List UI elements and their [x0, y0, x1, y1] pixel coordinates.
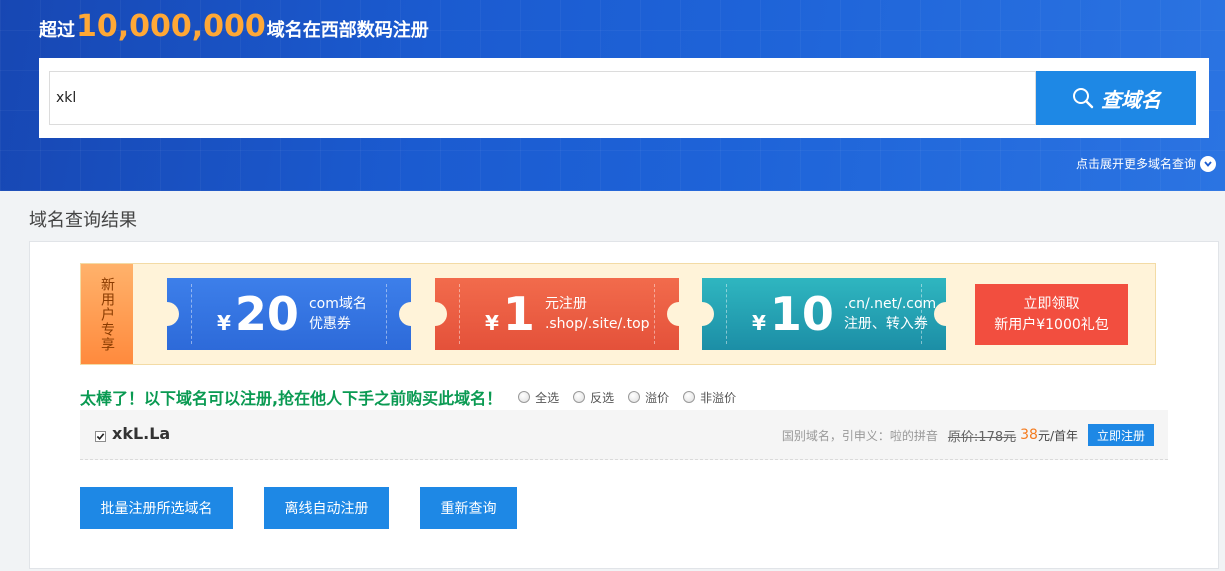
new-user-tag: 新用户专享: [81, 264, 133, 364]
coupon-desc: com域名 优惠券: [309, 294, 367, 334]
claim-line2: 新用户¥1000礼包: [994, 316, 1109, 333]
coupon-cn-net-com[interactable]: ¥ 10 .cn/.net/.com 注册、转入券: [690, 278, 958, 350]
coupon-divider: [191, 284, 192, 344]
coupon-amount: ¥ 20: [217, 291, 299, 337]
search-box: 查域名: [39, 58, 1209, 138]
coupon-com[interactable]: ¥ 20 com域名 优惠券: [155, 278, 423, 350]
expand-more-label: 点击展开更多域名查询: [1075, 157, 1196, 171]
coupon-desc-line1: 元注册: [544, 296, 587, 312]
domain-price-info: 国别域名，引申义：啦的拼音 原价:178元 38 元/首年 立即注册: [782, 424, 1154, 446]
promo-banner: 新用户专享 ¥ 20 com域名 优惠券 ¥ 1 元注册 .shop/.site…: [80, 263, 1156, 365]
filter-non-premium[interactable]: 非溢价: [683, 389, 736, 406]
domain-checkbox[interactable]: [95, 431, 106, 442]
checkmark-icon: [96, 433, 105, 440]
coupon-amount: ¥ 10: [752, 291, 834, 337]
filter-select-all[interactable]: 全选: [518, 389, 559, 406]
search-icon: [1073, 88, 1094, 109]
yen-sign: ¥: [752, 311, 766, 335]
coupon-value: 20: [234, 287, 299, 341]
coupon-desc: .cn/.net/.com 注册、转入券: [844, 294, 936, 334]
coupon-divider: [386, 284, 387, 344]
coupon-divider: [921, 284, 922, 344]
coupon-value: 10: [769, 287, 834, 341]
filter-invert[interactable]: 反选: [573, 389, 614, 406]
filter-premium[interactable]: 溢价: [628, 389, 669, 406]
yen-sign: ¥: [485, 311, 499, 335]
original-price: 原价:178元: [947, 429, 1017, 445]
results-panel: 新用户专享 ¥ 20 com域名 优惠券 ¥ 1 元注册 .shop/.site…: [29, 241, 1219, 569]
register-now-button[interactable]: 立即注册: [1088, 424, 1154, 446]
coupon-value: 1: [502, 287, 535, 341]
coupon-divider: [654, 284, 655, 344]
coupon-divider: [726, 284, 727, 344]
claim-gift-button[interactable]: 立即领取 新用户¥1000礼包: [975, 284, 1128, 345]
coupon-amount: ¥ 1: [485, 291, 535, 337]
domain-result-row: xkL.La 国别域名，引申义：啦的拼音 原价:178元 38 元/首年 立即注…: [80, 410, 1168, 460]
coupon-desc: 元注册 .shop/.site/.top: [545, 294, 650, 334]
filter-label: 溢价: [645, 390, 670, 405]
batch-register-button[interactable]: 批量注册所选域名: [80, 487, 233, 529]
offline-auto-register-button[interactable]: 离线自动注册: [264, 487, 389, 529]
search-button-label: 查域名: [1101, 89, 1161, 112]
results-title: 域名查询结果: [29, 210, 137, 231]
hero-title-suffix: 域名在西部数码注册: [266, 20, 429, 41]
coupon-desc-line2: 注册、转入券: [843, 316, 928, 332]
coupon-desc-line1: .cn/.net/.com: [843, 296, 937, 312]
domain-meaning: 国别域名，引申义：啦的拼音: [781, 428, 938, 443]
coupon-divider: [459, 284, 460, 344]
filter-label: 反选: [590, 390, 615, 405]
available-headline: 太棒了！以下域名可以注册,抢在他人下手之前购买此域名！: [80, 389, 503, 408]
radio-icon[interactable]: [628, 391, 641, 403]
hero-title: 超过 10,000,000 域名在西部数码注册: [39, 9, 429, 44]
current-price: 38: [1020, 427, 1038, 443]
search-button[interactable]: 查域名: [1036, 71, 1196, 125]
radio-icon[interactable]: [573, 391, 586, 403]
yen-sign: ¥: [217, 311, 231, 335]
radio-icon[interactable]: [518, 391, 531, 403]
price-unit: 元/首年: [1037, 428, 1078, 443]
coupon-desc-line2: .shop/.site/.top: [544, 316, 650, 332]
hero-title-prefix: 超过: [39, 20, 75, 41]
coupon-shop-site-top[interactable]: ¥ 1 元注册 .shop/.site/.top: [423, 278, 691, 350]
chevron-down-icon: [1200, 155, 1216, 172]
expand-more-search-link[interactable]: 点击展开更多域名查询: [1076, 155, 1216, 172]
radio-icon[interactable]: [683, 391, 696, 403]
search-input[interactable]: [49, 71, 1036, 125]
domain-name: xkL.La: [112, 424, 171, 443]
headline-row: 太棒了！以下域名可以注册,抢在他人下手之前购买此域名！ 全选 反选 溢价 非溢价: [80, 385, 750, 409]
filter-label: 全选: [535, 390, 560, 405]
hero-title-count: 10,000,000: [76, 9, 266, 44]
coupon-desc-line2: 优惠券: [308, 316, 351, 332]
requery-button[interactable]: 重新查询: [420, 487, 517, 529]
filter-label: 非溢价: [700, 390, 737, 405]
coupon-desc-line1: com域名: [308, 296, 367, 312]
hero-banner: 超过 10,000,000 域名在西部数码注册 查域名 点击展开更多域名查询: [0, 0, 1225, 191]
claim-line1: 立即领取: [1023, 295, 1080, 312]
